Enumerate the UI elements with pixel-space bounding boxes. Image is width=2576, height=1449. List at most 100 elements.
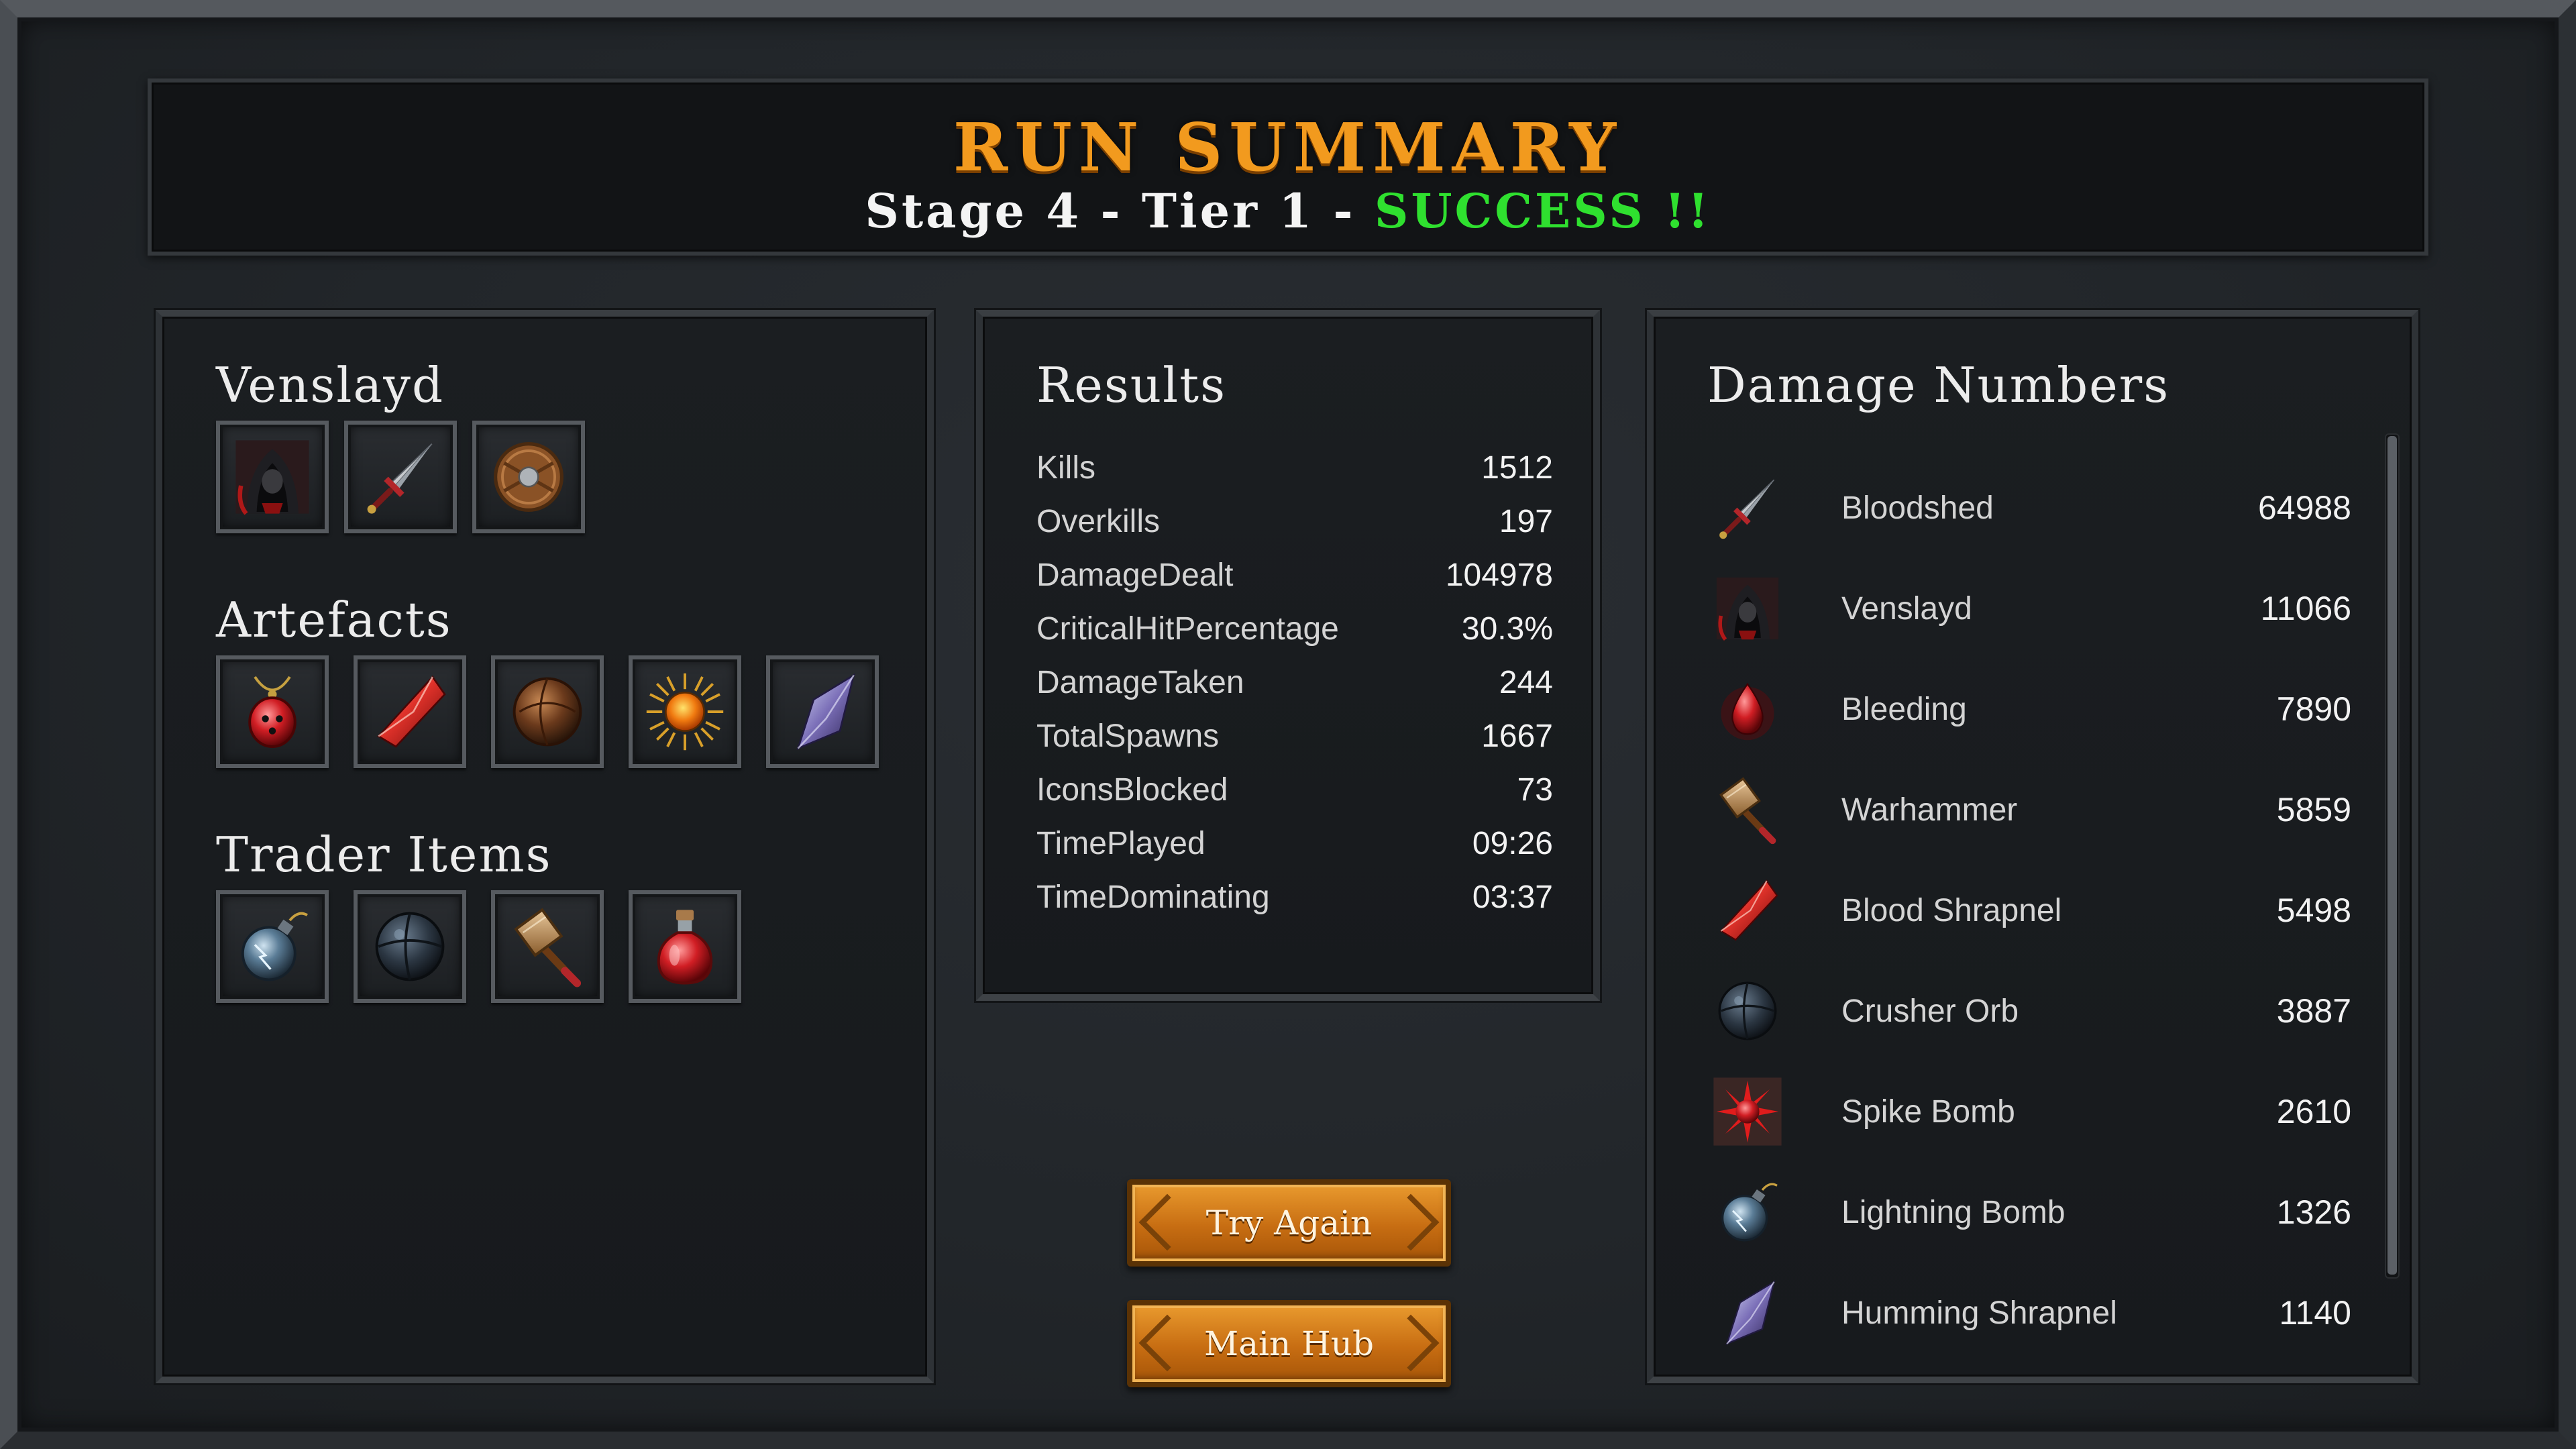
damage-value: 11066 [2260, 590, 2351, 627]
stage-result: Stage 4 - Tier 1 - SUCCESS !! [152, 183, 2424, 239]
trader-items-row [216, 890, 741, 1003]
stat-value: 244 [1499, 664, 1553, 700]
scrollbar-thumb[interactable] [2387, 436, 2397, 1275]
damage-list-scrollbar[interactable] [2385, 433, 2400, 1279]
trader-item-slot[interactable] [216, 890, 329, 1003]
trader-item-slot[interactable] [354, 890, 466, 1003]
damage-source-name: Lightning Bomb [1841, 1194, 2065, 1230]
stat-row-icons-blocked: IconsBlocked 73 [1036, 763, 1553, 816]
damage-value: 1140 [2279, 1294, 2351, 1332]
loadout-slot-shield[interactable] [472, 421, 585, 533]
damage-row-bleeding: Bleeding 7890 [1707, 659, 2351, 759]
blood-shard-icon [366, 668, 453, 755]
damage-source-name: Crusher Orb [1841, 993, 2019, 1029]
red-pendant-icon [229, 668, 316, 755]
main-hub-button[interactable]: Main Hub [1127, 1300, 1451, 1387]
damage-source-name: Bloodshed [1841, 490, 1994, 526]
stat-label: IconsBlocked [1036, 771, 1228, 808]
stat-label: Overkills [1036, 503, 1161, 539]
crusher-orb-icon [366, 903, 453, 990]
chevron-left-icon [1138, 1314, 1196, 1372]
try-again-label: Try Again [1205, 1203, 1373, 1242]
lightning-bomb-icon [1711, 1175, 1784, 1249]
stat-value: 1512 [1481, 449, 1553, 486]
results-heading: Results [1036, 357, 1227, 413]
stat-row-damage-dealt: DamageDealt 104978 [1036, 548, 1553, 602]
damage-value: 64988 [2257, 489, 2351, 527]
damage-row-spike-bomb: Spike Bomb 2610 [1707, 1061, 2351, 1162]
stat-value: 197 [1499, 503, 1553, 539]
artefacts-heading: Artefacts [216, 592, 452, 648]
stat-value: 104978 [1445, 557, 1553, 593]
violet-crystal-icon [1711, 1276, 1784, 1350]
damage-row-humming-shrapnel: Humming Shrapnel 1140 [1707, 1263, 2351, 1363]
artefact-slot[interactable] [491, 655, 604, 768]
character-loadout-row [216, 421, 585, 533]
damage-row-warhammer: Warhammer 5859 [1707, 759, 2351, 860]
chevron-left-icon [1138, 1193, 1196, 1251]
hooded-warrior-icon [229, 433, 316, 521]
damage-value: 7890 [2276, 690, 2351, 728]
loadout-panel: Venslayd Artefacts Trader Items [156, 310, 934, 1383]
stat-label: DamageDealt [1036, 557, 1234, 593]
page-title: RUN SUMMARY [953, 109, 1623, 186]
damage-value: 3887 [2276, 992, 2351, 1030]
damage-source-name: Blood Shrapnel [1841, 892, 2062, 928]
blood-drop-icon [1711, 672, 1784, 746]
stat-value: 30.3% [1461, 610, 1553, 647]
damage-row-lightning-bomb: Lightning Bomb 1326 [1707, 1162, 2351, 1263]
artefact-slot[interactable] [216, 655, 329, 768]
artefact-slot[interactable] [766, 655, 879, 768]
stat-row-damage-taken: DamageTaken 244 [1036, 655, 1553, 709]
trader-item-slot[interactable] [629, 890, 741, 1003]
stat-label: TotalSpawns [1036, 718, 1220, 754]
artefact-slot[interactable] [629, 655, 741, 768]
damage-source-name: Venslayd [1841, 590, 1972, 627]
stat-row-kills: Kills 1512 [1036, 441, 1553, 494]
stat-value: 73 [1517, 771, 1553, 808]
character-name: Venslayd [216, 357, 445, 413]
loadout-slot-weapon[interactable] [344, 421, 457, 533]
damage-value: 2610 [2276, 1093, 2351, 1130]
artefacts-row [216, 655, 879, 768]
round-shield-icon [485, 433, 572, 521]
stat-label: DamageTaken [1036, 664, 1244, 700]
damage-source-name: Bleeding [1841, 691, 1967, 727]
damage-row-blood-shrapnel: Blood Shrapnel 5498 [1707, 860, 2351, 961]
warhammer-icon [504, 903, 591, 990]
stat-row-critical-hit: CriticalHitPercentage 30.3% [1036, 602, 1553, 655]
stage-tier-label: Stage 4 - Tier 1 - [865, 183, 1375, 239]
artefact-slot[interactable] [354, 655, 466, 768]
main-hub-label: Main Hub [1204, 1324, 1374, 1363]
lightning-bomb-icon [229, 903, 316, 990]
red-potion-icon [641, 903, 729, 990]
status-success: SUCCESS !! [1374, 183, 1711, 239]
stat-row-overkills: Overkills 197 [1036, 494, 1553, 548]
damage-source-name: Humming Shrapnel [1841, 1295, 2117, 1331]
damage-source-name: Spike Bomb [1841, 1093, 2015, 1130]
damage-numbers-panel: Damage Numbers Bloodshed 64988 Venslayd … [1647, 310, 2418, 1383]
stat-value: 09:26 [1472, 825, 1553, 861]
bronze-orb-icon [504, 668, 591, 755]
damage-row-venslayd: Venslayd 11066 [1707, 558, 2351, 659]
violet-crystal-icon [779, 668, 866, 755]
chevron-right-icon [1382, 1193, 1440, 1251]
trader-item-slot[interactable] [491, 890, 604, 1003]
spike-bomb-icon [1711, 1075, 1784, 1148]
stat-label: TimePlayed [1036, 825, 1205, 861]
stat-value: 1667 [1481, 718, 1553, 754]
sword-icon [1711, 471, 1784, 545]
blood-shard-icon [1711, 873, 1784, 947]
stat-row-time-dominating: TimeDominating 03:37 [1036, 870, 1553, 924]
try-again-button[interactable]: Try Again [1127, 1179, 1451, 1267]
warhammer-icon [1711, 773, 1784, 847]
run-summary-header: RUN SUMMARY Stage 4 - Tier 1 - SUCCESS !… [148, 78, 2428, 256]
results-panel: Results Kills 1512 Overkills 197 DamageDea… [976, 310, 1600, 1001]
trader-items-heading: Trader Items [216, 826, 552, 883]
loadout-slot-hero[interactable] [216, 421, 329, 533]
damage-numbers-heading: Damage Numbers [1707, 357, 2170, 413]
stat-row-time-played: TimePlayed 09:26 [1036, 816, 1553, 870]
damage-value: 5859 [2276, 791, 2351, 828]
stat-label: CriticalHitPercentage [1036, 610, 1339, 647]
damage-source-name: Warhammer [1841, 792, 2018, 828]
